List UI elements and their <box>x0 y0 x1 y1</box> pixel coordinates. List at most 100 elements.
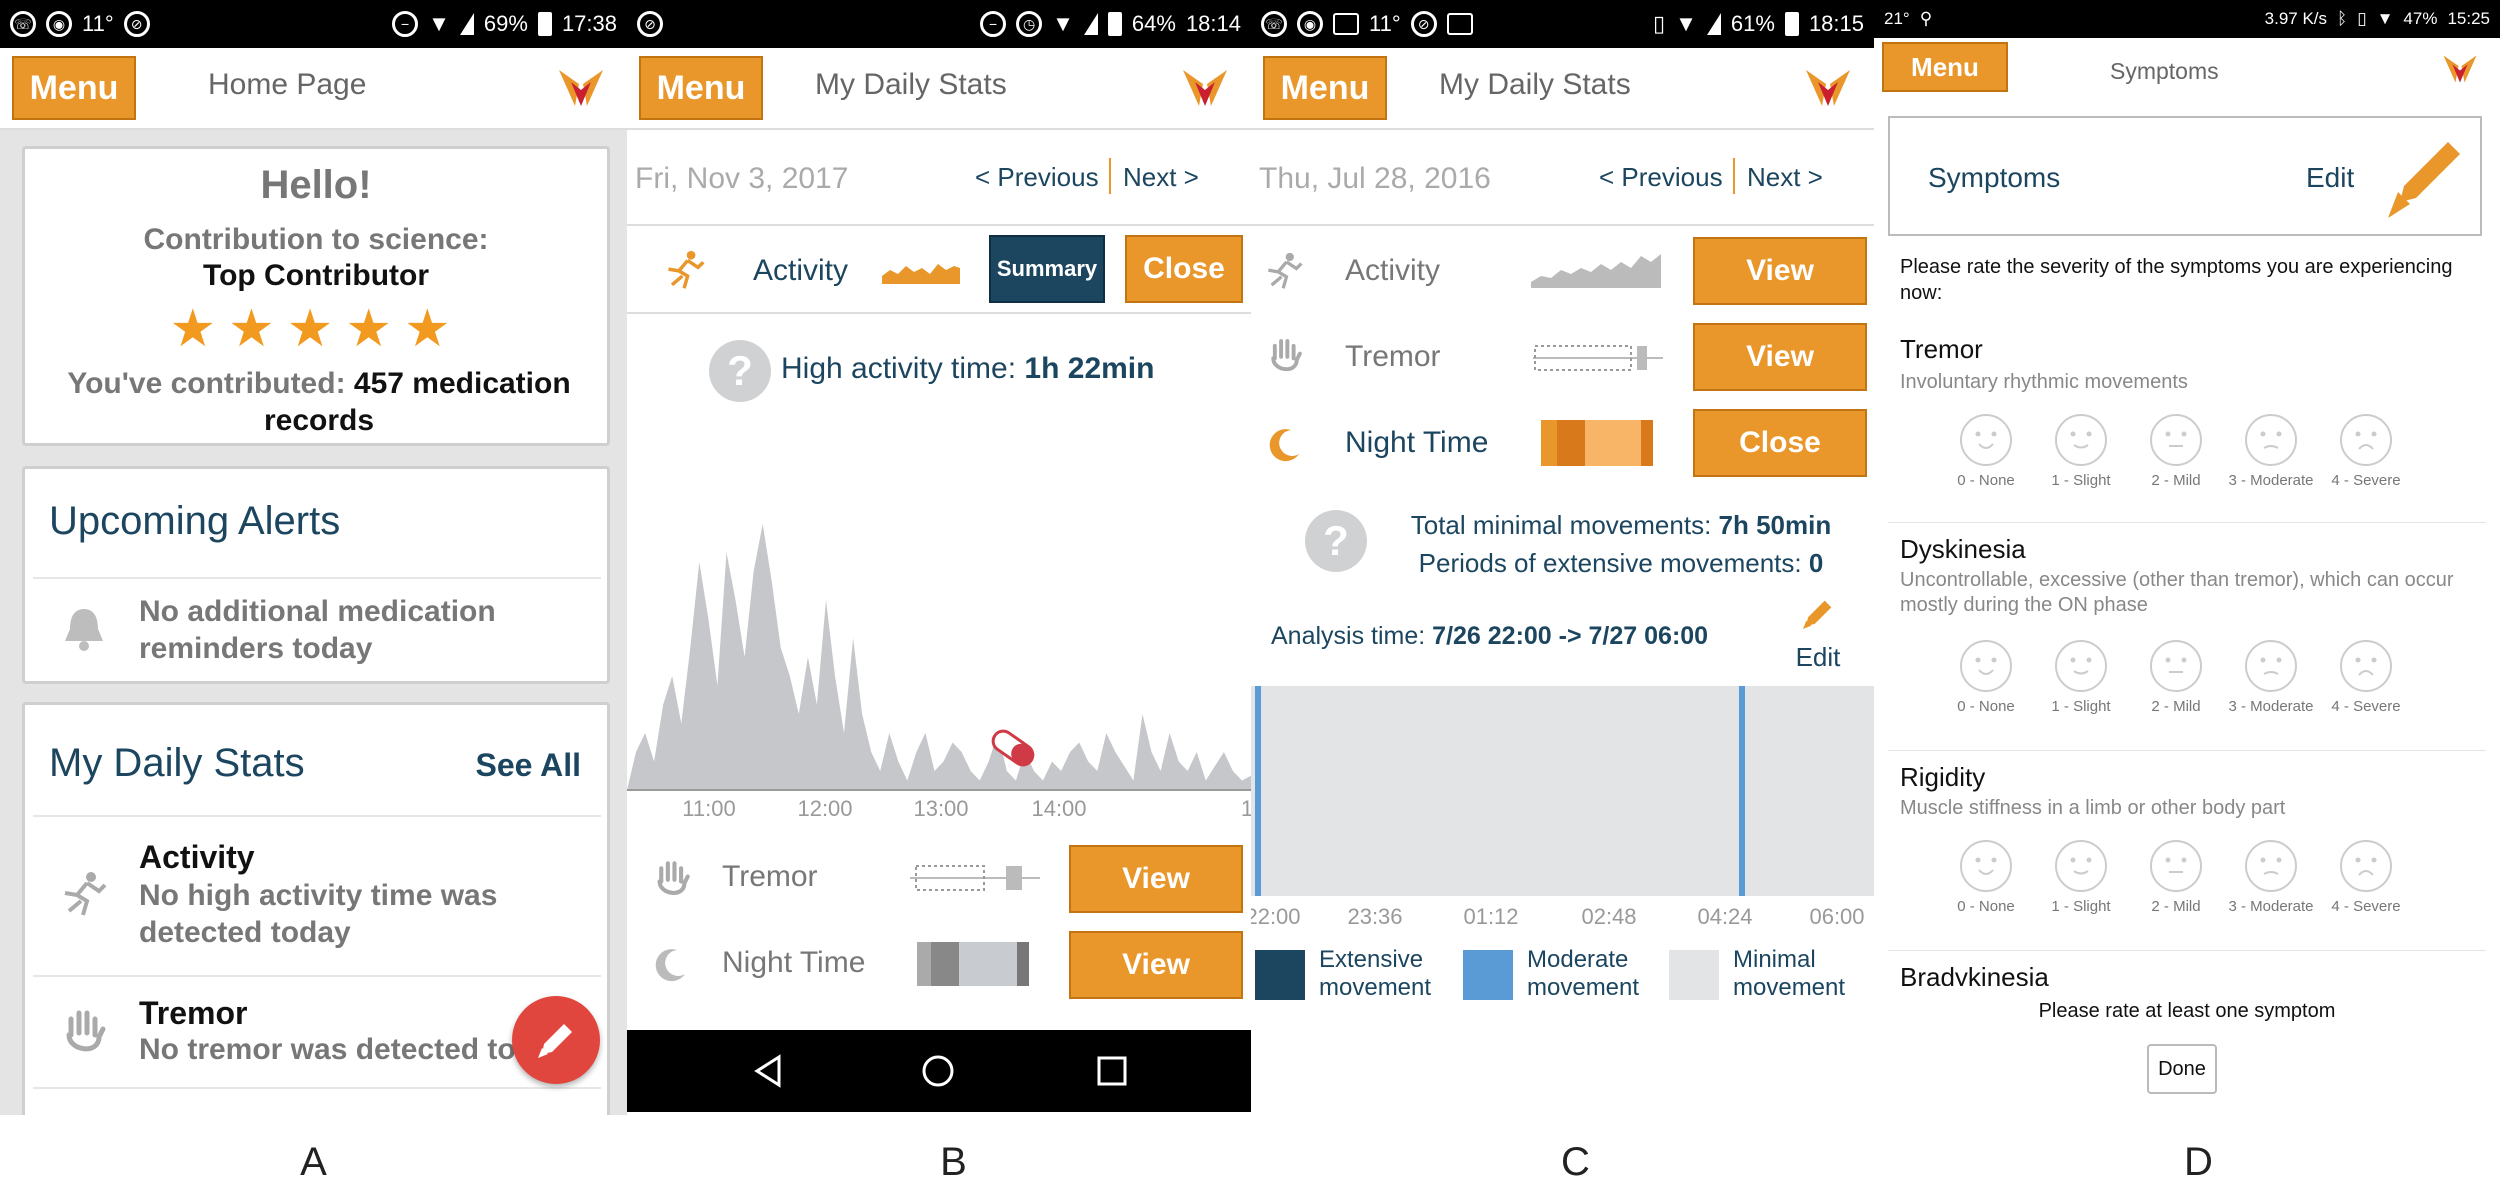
severity-label: 1 - Slight <box>2051 472 2111 489</box>
severity-label: 4 - Severe <box>2331 698 2401 715</box>
previous-button[interactable]: < Previous <box>1599 162 1723 193</box>
symptom-description: Involuntary rhythmic movements <box>1900 371 2188 393</box>
link-icon: ⚲ <box>1919 9 1933 28</box>
star-icon: ★ <box>169 300 229 358</box>
severity-option[interactable]: 1 - Slight <box>2031 638 2131 718</box>
tremor-view-button[interactable]: View <box>1069 845 1243 913</box>
severity-label: 1 - Slight <box>2051 698 2111 715</box>
night-close-button[interactable]: Close <box>1693 409 1867 477</box>
next-button[interactable]: Next > <box>1747 162 1823 193</box>
clock: 15:25 <box>2447 9 2490 28</box>
card-edit[interactable]: Edit <box>2306 162 2354 194</box>
tremor-label: Tremor <box>1345 340 1441 373</box>
back-icon[interactable] <box>751 1054 785 1088</box>
moon-icon <box>655 949 685 982</box>
see-all-link[interactable]: See All <box>475 747 581 784</box>
recents-icon[interactable] <box>1095 1054 1129 1088</box>
symptom-list: Tremor Involuntary rhythmic movements 0 - … <box>1874 326 2500 986</box>
runner-icon <box>668 250 705 289</box>
temperature: 11° <box>1369 11 1401 36</box>
face-icon <box>2245 840 2297 892</box>
tick-label: 11:00 <box>682 796 735 821</box>
pencil-icon <box>538 1024 572 1058</box>
severity-option[interactable]: 0 - None <box>1936 638 2036 718</box>
tick-label: 02:48 <box>1581 904 1636 929</box>
date-bar: Thu, Jul 28, 2016 < Previous Next > <box>1251 132 1874 226</box>
whatsapp-icon: ☏ <box>10 11 36 37</box>
list-item[interactable]: Activity No high activity time was detec… <box>25 817 607 975</box>
panel-d-symptoms: 21° ⚲ 3.97 K/s ᛒ ▯ ▼ 47% 15:25 Menu Symp… <box>1874 0 2500 1115</box>
tick-label: 12:00 <box>797 796 852 821</box>
edit-fab[interactable] <box>512 996 600 1084</box>
face-icon <box>2055 414 2107 466</box>
panel-b-activity: ⊘ − ◷ ▼ 64% 18:14 Menu My Daily Stats Fr… <box>627 0 1251 1115</box>
tremor-view-button[interactable]: View <box>1693 323 1867 391</box>
edit-analysis-button[interactable]: Edit <box>1783 594 1853 674</box>
severity-option[interactable]: 4 - Severe <box>2316 638 2416 718</box>
high-activity-prefix: High activity time: <box>781 352 1017 385</box>
face-icon <box>2340 640 2392 692</box>
vibrate-icon: ▯ <box>1653 11 1666 36</box>
star-icon: ★ <box>228 300 287 358</box>
help-icon[interactable]: ? <box>709 340 771 402</box>
menu-button[interactable]: Menu <box>1882 42 2008 92</box>
severity-label: 0 - None <box>1957 898 2015 915</box>
severity-option[interactable]: 4 - Severe <box>2316 412 2416 492</box>
severity-option[interactable]: 1 - Slight <box>2031 412 2131 492</box>
figure: ☏ ◉ 11° ⊘ − ▼ 69% 17:38 Menu Home Page H… <box>0 0 2500 1197</box>
menu-button[interactable]: Menu <box>1263 56 1387 120</box>
minus-icon: − <box>392 11 419 37</box>
done-button[interactable]: Done <box>2147 1044 2217 1094</box>
status-bar: ☏ ◉ 11° ⊘ ▯ ▼ 61% 18:15 <box>1251 0 1874 48</box>
severity-option[interactable]: 2 - Mild <box>2126 838 2226 918</box>
severity-option[interactable]: 3 - Moderate <box>2221 838 2321 918</box>
face-icon <box>2150 414 2202 466</box>
next-button[interactable]: Next > <box>1123 162 1199 193</box>
severity-option[interactable]: 4 - Severe <box>2316 838 2416 918</box>
symptom-item: Bradykinesia <box>1874 954 2500 986</box>
face-icon <box>2055 840 2107 892</box>
close-button[interactable]: Close <box>1125 235 1243 303</box>
severity-option[interactable]: 2 - Mild <box>2126 412 2226 492</box>
greeting: Hello! <box>260 163 372 207</box>
severity-option[interactable]: 0 - None <box>1936 412 2036 492</box>
tick-label: 06:00 <box>1809 904 1864 929</box>
home-icon[interactable] <box>921 1054 955 1088</box>
status-bar: ⊘ − ◷ ▼ 64% 18:14 <box>627 0 1251 48</box>
severity-option[interactable]: 3 - Moderate <box>2221 412 2321 492</box>
contributor-rank: Top Contributor <box>202 259 430 292</box>
severity-option[interactable]: 2 - Mild <box>2126 638 2226 718</box>
edit-label: Edit <box>1795 642 1841 672</box>
summary-button[interactable]: Summary <box>989 235 1105 303</box>
wifi-icon: ▼ <box>1675 11 1697 36</box>
notification-icon: ◉ <box>1297 11 1323 37</box>
vibrate-icon: ▯ <box>2357 9 2367 28</box>
severity-option[interactable]: 1 - Slight <box>2031 838 2131 918</box>
signal-icon <box>1083 13 1098 35</box>
symptom-item: Rigidity Muscle stiffness in a limb or ot… <box>1874 754 2500 954</box>
hand-icon <box>66 1010 106 1052</box>
tremor-row: Tremor View <box>627 836 1251 922</box>
item-title: Tremor <box>139 995 248 1031</box>
activity-view-button[interactable]: View <box>1693 237 1867 305</box>
page-title: My Daily Stats <box>1439 68 1631 101</box>
severity-option[interactable]: 0 - None <box>1936 838 2036 918</box>
severity-option[interactable]: 3 - Moderate <box>2221 638 2321 718</box>
legend-swatch <box>1463 950 1513 1000</box>
battery-level: 61% <box>1730 11 1775 36</box>
pencil-icon <box>2388 142 2460 218</box>
dnd-icon: ⊘ <box>123 11 150 37</box>
menu-button[interactable]: Menu <box>12 56 136 120</box>
clock: 18:14 <box>1185 11 1241 36</box>
menu-button[interactable]: Menu <box>639 56 763 120</box>
item-title: Activity <box>139 839 255 875</box>
tick-label: 1 <box>1241 796 1251 821</box>
panel-label-d: D <box>2184 1140 2213 1184</box>
help-icon[interactable]: ? <box>1305 510 1367 572</box>
wifi-icon: ▼ <box>1052 11 1074 36</box>
symptom-name: Bradykinesia <box>1900 962 2049 986</box>
night-view-button[interactable]: View <box>1069 931 1243 999</box>
previous-button[interactable]: < Previous <box>975 162 1099 193</box>
logo-icon <box>2443 55 2477 83</box>
tick-label: 14:00 <box>1031 796 1086 821</box>
